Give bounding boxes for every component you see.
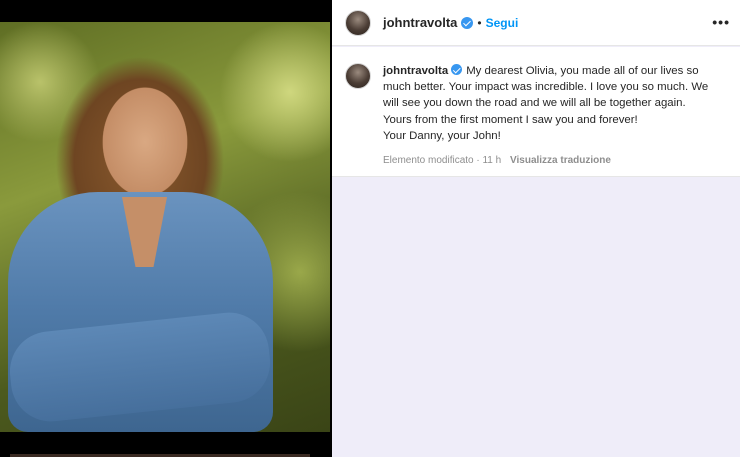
caption-text-line: Yours from the first moment I saw you an… xyxy=(383,113,638,126)
caption-meta: Elemento modificato · 11 h Visualizza tr… xyxy=(383,155,713,166)
caption-text-line: much better. Your impact was incredible.… xyxy=(383,81,709,94)
caption-text-line: My dearest Olivia, you made all of our l… xyxy=(466,65,699,77)
caption-text-line: Your Danny, your John! xyxy=(383,129,501,142)
caption-username[interactable]: johntravolta xyxy=(383,65,448,77)
post-header: johntravolta • Segui ••• xyxy=(332,0,740,46)
header-username[interactable]: johntravolta xyxy=(383,15,457,30)
post-photo[interactable] xyxy=(0,22,330,432)
verified-icon xyxy=(451,64,463,75)
separator-dot: • xyxy=(477,15,482,30)
caption-text-line: will see you down the road and we will a… xyxy=(383,97,686,110)
follow-button[interactable]: Segui xyxy=(486,16,519,30)
avatar[interactable] xyxy=(345,9,371,36)
see-translation-button[interactable]: Visualizza traduzione xyxy=(510,155,611,166)
caption-text: johntravolta My dearest Olivia, you made … xyxy=(383,63,713,144)
caption-body: johntravolta My dearest Olivia, you made … xyxy=(383,63,713,166)
post-sidebar: johntravolta • Segui ••• johntravolta My … xyxy=(332,0,740,457)
caption-line-1: johntravolta My dearest Olivia, you made … xyxy=(383,63,713,79)
edited-timestamp: Elemento modificato · 11 h xyxy=(383,155,502,167)
more-options-icon[interactable]: ••• xyxy=(712,15,730,29)
caption-avatar[interactable] xyxy=(345,63,371,89)
post-media[interactable] xyxy=(0,0,332,457)
media-bottom-strip xyxy=(0,432,332,457)
verified-icon xyxy=(461,16,474,29)
caption-comment: johntravolta My dearest Olivia, you made … xyxy=(345,63,730,166)
caption-section: johntravolta My dearest Olivia, you made … xyxy=(332,47,740,177)
